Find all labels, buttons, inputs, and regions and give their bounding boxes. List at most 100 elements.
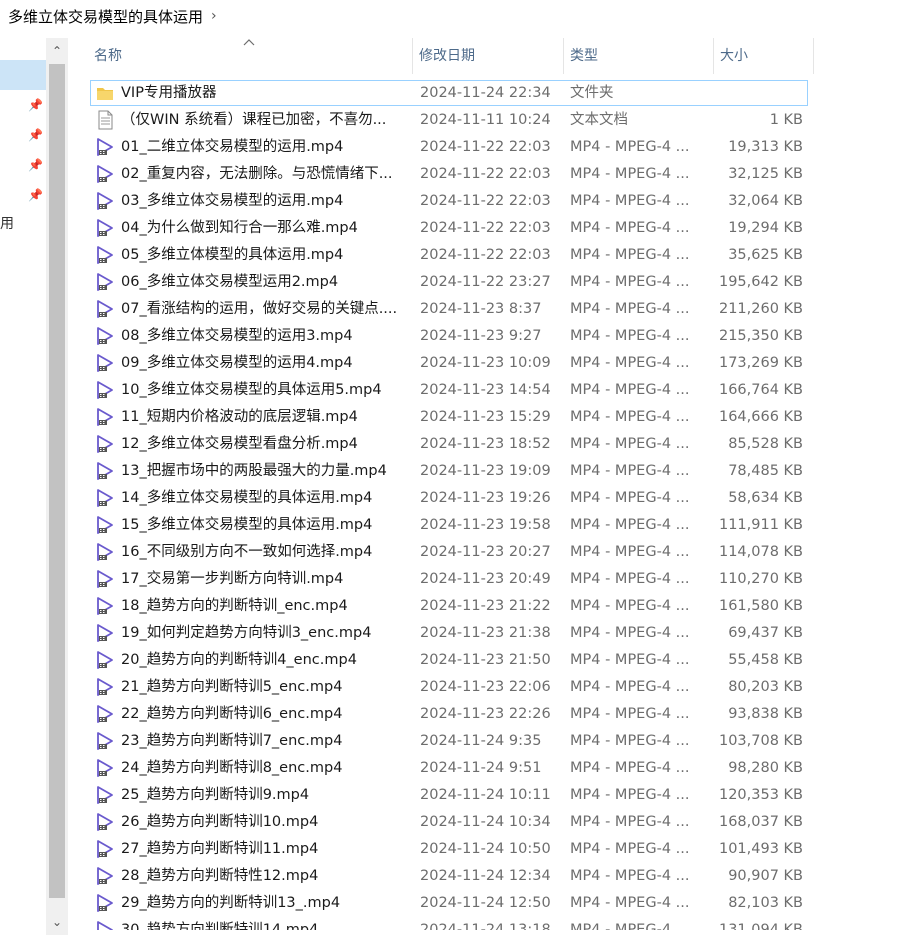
breadcrumb[interactable]: 多维立体交易模型的具体运用 › <box>0 0 908 32</box>
file-name[interactable]: （仅WIN 系统看）课程已加密，不喜勿... <box>121 107 411 133</box>
nav-item-selected[interactable] <box>0 60 46 90</box>
pin-icon[interactable]: 📌 <box>28 188 43 202</box>
file-name[interactable]: 22_趋势方向判断特训6_enc.mp4 <box>121 701 411 727</box>
file-row[interactable]: 27_趋势方向判断特训11.mp4 2024-11-24 10:50 MP4 - M… <box>90 836 808 862</box>
breadcrumb-folder[interactable]: 多维立体交易模型的具体运用 <box>0 6 203 27</box>
file-name[interactable]: 01_二维立体交易模型的运用.mp4 <box>121 134 411 160</box>
file-name[interactable]: 17_交易第一步判断方向特训.mp4 <box>121 566 411 592</box>
file-name[interactable]: 28_趋势方向判断特性12.mp4 <box>121 863 411 889</box>
file-date-modified: 2024-11-23 9:27 <box>420 328 542 344</box>
file-type: MP4 - MPEG-4 ... <box>570 382 690 398</box>
nav-item-partial-label[interactable]: 用 <box>0 213 14 233</box>
file-name[interactable]: 30_趋势方向判断特训14.mp4 <box>121 917 411 930</box>
file-type: MP4 - MPEG-4 ... <box>570 166 690 182</box>
file-row[interactable]: 23_趋势方向判断特训7_enc.mp4 2024-11-24 9:35 MP4 -… <box>90 728 808 754</box>
column-header-type[interactable]: 类型 <box>563 38 712 74</box>
file-row[interactable]: 09_多维立体交易模型的运用4.mp4 2024-11-23 10:09 MP4 -… <box>90 350 808 376</box>
file-row[interactable]: 19_如何判定趋势方向特训3_enc.mp4 2024-11-23 21:38 MP… <box>90 620 808 646</box>
file-name[interactable]: 21_趋势方向判断特训5_enc.mp4 <box>121 674 411 700</box>
file-date-modified: 2024-11-24 9:51 <box>420 760 542 776</box>
file-name[interactable]: 13_把握市场中的两股最强大的力量.mp4 <box>121 458 411 484</box>
file-name[interactable]: 24_趋势方向判断特训8_enc.mp4 <box>121 755 411 781</box>
video-file-icon <box>95 647 115 673</box>
file-row[interactable]: 30_趋势方向判断特训14.mp4 2024-11-24 13:18 MP4 - M… <box>90 917 808 930</box>
file-row[interactable]: 26_趋势方向判断特训10.mp4 2024-11-24 10:34 MP4 - M… <box>90 809 808 835</box>
file-row[interactable]: 01_二维立体交易模型的运用.mp4 2024-11-22 22:03 MP4 - … <box>90 134 808 160</box>
file-row[interactable]: 21_趋势方向判断特训5_enc.mp4 2024-11-23 22:06 MP4 … <box>90 674 808 700</box>
file-row[interactable]: 05_多维立体模型的具体运用.mp4 2024-11-22 22:03 MP4 - … <box>90 242 808 268</box>
file-size: 19,313 KB <box>728 139 803 155</box>
file-row[interactable]: 29_趋势方向的判断特训13_.mp4 2024-11-24 12:50 MP4 -… <box>90 890 808 916</box>
file-name[interactable]: 29_趋势方向的判断特训13_.mp4 <box>121 890 411 916</box>
file-row[interactable]: 24_趋势方向判断特训8_enc.mp4 2024-11-24 9:51 MP4 -… <box>90 755 808 781</box>
column-header-size[interactable]: 大小 <box>713 38 813 74</box>
file-row[interactable]: 15_多维立体交易模型的具体运用.mp4 2024-11-23 19:58 MP4 … <box>90 512 808 538</box>
scroll-up-arrow-icon[interactable]: ⌃ <box>46 42 68 60</box>
file-row[interactable]: 28_趋势方向判断特性12.mp4 2024-11-24 12:34 MP4 - M… <box>90 863 808 889</box>
folder-icon <box>95 80 115 106</box>
file-name[interactable]: 03_多维立体交易模型的运用.mp4 <box>121 188 411 214</box>
file-type: MP4 - MPEG-4 ... <box>570 733 690 749</box>
file-date-modified: 2024-11-22 22:03 <box>420 166 551 182</box>
file-row[interactable]: 08_多维立体交易模型的运用3.mp4 2024-11-23 9:27 MP4 - … <box>90 323 808 349</box>
chevron-right-icon[interactable]: › <box>211 8 217 24</box>
file-size: 131,094 KB <box>718 922 803 930</box>
file-name[interactable]: 10_多维立体交易模型的具体运用5.mp4 <box>121 377 411 403</box>
video-file-icon <box>95 809 115 835</box>
file-name[interactable]: 27_趋势方向判断特训11.mp4 <box>121 836 411 862</box>
file-row[interactable]: 03_多维立体交易模型的运用.mp4 2024-11-22 22:03 MP4 - … <box>90 188 808 214</box>
file-row[interactable]: （仅WIN 系统看）课程已加密，不喜勿... 2024-11-11 10:24 文本… <box>90 107 808 133</box>
file-row[interactable]: 14_多维立体交易模型的具体运用.mp4 2024-11-23 19:26 MP4 … <box>90 485 808 511</box>
file-name[interactable]: 06_多维立体交易模型运用2.mp4 <box>121 269 411 295</box>
video-file-icon <box>95 404 115 430</box>
file-row[interactable]: 17_交易第一步判断方向特训.mp4 2024-11-23 20:49 MP4 - … <box>90 566 808 592</box>
file-row[interactable]: 25_趋势方向判断特训9.mp4 2024-11-24 10:11 MP4 - MP… <box>90 782 808 808</box>
file-name[interactable]: 09_多维立体交易模型的运用4.mp4 <box>121 350 411 376</box>
scroll-thumb[interactable] <box>49 64 65 898</box>
file-row[interactable]: 22_趋势方向判断特训6_enc.mp4 2024-11-23 22:26 MP4 … <box>90 701 808 727</box>
file-row[interactable]: 16_不同级别方向不一致如何选择.mp4 2024-11-23 20:27 MP4 … <box>90 539 808 565</box>
file-row[interactable]: 13_把握市场中的两股最强大的力量.mp4 2024-11-23 19:09 MP4… <box>90 458 808 484</box>
file-date-modified: 2024-11-22 22:03 <box>420 139 551 155</box>
file-name[interactable]: 25_趋势方向判断特训9.mp4 <box>121 782 411 808</box>
file-name[interactable]: 20_趋势方向的判断特训4_enc.mp4 <box>121 647 411 673</box>
file-row[interactable]: 18_趋势方向的判断特训_enc.mp4 2024-11-23 21:22 MP4 … <box>90 593 808 619</box>
file-row[interactable]: 11_短期内价格波动的底层逻辑.mp4 2024-11-23 15:29 MP4 -… <box>90 404 808 430</box>
pin-icon[interactable]: 📌 <box>28 128 43 142</box>
file-row[interactable]: 04_为什么做到知行合一那么难.mp4 2024-11-22 22:03 MP4 -… <box>90 215 808 241</box>
pin-icon[interactable]: 📌 <box>28 158 43 172</box>
file-row[interactable]: 06_多维立体交易模型运用2.mp4 2024-11-22 23:27 MP4 - … <box>90 269 808 295</box>
file-name[interactable]: 12_多维立体交易模型看盘分析.mp4 <box>121 431 411 457</box>
file-date-modified: 2024-11-23 15:29 <box>420 409 551 425</box>
file-name[interactable]: VIP专用播放器 <box>121 80 411 106</box>
file-row[interactable]: 07_看涨结构的运用，做好交易的关键点.... 2024-11-23 8:37 MP… <box>90 296 808 322</box>
file-size: 110,270 KB <box>718 571 803 587</box>
file-name[interactable]: 18_趋势方向的判断特训_enc.mp4 <box>121 593 411 619</box>
file-name[interactable]: 11_短期内价格波动的底层逻辑.mp4 <box>121 404 411 430</box>
file-name[interactable]: 07_看涨结构的运用，做好交易的关键点.... <box>121 296 411 322</box>
pin-icon[interactable]: 📌 <box>28 98 43 112</box>
file-row[interactable]: 12_多维立体交易模型看盘分析.mp4 2024-11-23 18:52 MP4 -… <box>90 431 808 457</box>
file-name[interactable]: 26_趋势方向判断特训10.mp4 <box>121 809 411 835</box>
file-name[interactable]: 08_多维立体交易模型的运用3.mp4 <box>121 323 411 349</box>
file-name[interactable]: 02_重复内容，无法删除。与恐慌情绪下... <box>121 161 411 187</box>
file-name[interactable]: 04_为什么做到知行合一那么难.mp4 <box>121 215 411 241</box>
file-name[interactable]: 14_多维立体交易模型的具体运用.mp4 <box>121 485 411 511</box>
file-name[interactable]: 23_趋势方向判断特训7_enc.mp4 <box>121 728 411 754</box>
vertical-scrollbar[interactable]: ⌃ ⌄ <box>46 38 68 935</box>
file-size: 101,493 KB <box>718 841 803 857</box>
column-header-date-modified[interactable]: 修改日期 <box>412 38 562 74</box>
file-size: 120,353 KB <box>718 787 803 803</box>
file-row[interactable]: 02_重复内容，无法删除。与恐慌情绪下... 2024-11-22 22:03 MP… <box>90 161 808 187</box>
file-row[interactable]: 10_多维立体交易模型的具体运用5.mp4 2024-11-23 14:54 MP4… <box>90 377 808 403</box>
file-date-modified: 2024-11-23 20:49 <box>420 571 551 587</box>
file-size: 211,260 KB <box>718 301 803 317</box>
file-row[interactable]: 20_趋势方向的判断特训4_enc.mp4 2024-11-23 21:50 MP4… <box>90 647 808 673</box>
file-name[interactable]: 16_不同级别方向不一致如何选择.mp4 <box>121 539 411 565</box>
file-name[interactable]: 15_多维立体交易模型的具体运用.mp4 <box>121 512 411 538</box>
file-name[interactable]: 05_多维立体模型的具体运用.mp4 <box>121 242 411 268</box>
folder-row[interactable]: VIP专用播放器 2024-11-24 22:34 文件夹 <box>90 80 808 106</box>
file-date-modified: 2024-11-23 19:58 <box>420 517 551 533</box>
scroll-down-arrow-icon[interactable]: ⌄ <box>46 913 68 931</box>
file-name[interactable]: 19_如何判定趋势方向特训3_enc.mp4 <box>121 620 411 646</box>
